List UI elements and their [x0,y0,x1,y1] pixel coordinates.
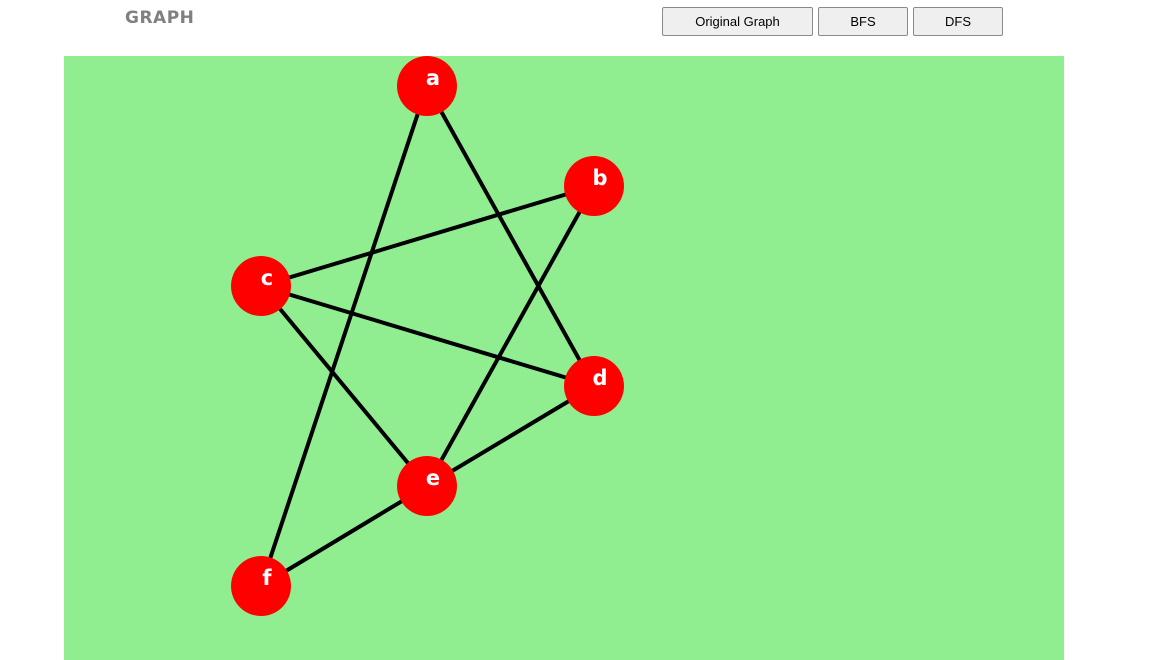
node-label: d [592,366,607,390]
graph-svg: a b c d e f [231,56,624,616]
edge-a-d [425,85,596,387]
node-label: f [262,566,272,590]
edge-c-d [260,284,595,388]
node-circle[interactable] [231,556,291,616]
node-label: c [261,266,273,290]
node-d[interactable]: d [564,356,624,416]
node-label: b [592,166,607,190]
app-window: GRAPH Original Graph BFS DFS a b c d e f [0,0,1162,660]
node-a[interactable]: a [397,56,457,116]
dfs-button[interactable]: DFS [913,7,1003,36]
page-title: GRAPH [125,8,195,28]
node-label: a [426,66,440,90]
node-label: e [426,466,440,490]
node-f[interactable]: f [231,556,291,616]
edge-b-e [425,185,596,487]
node-b[interactable]: b [564,156,624,216]
edge-b-c [260,184,595,288]
node-e[interactable]: e [397,456,457,516]
toolbar: Original Graph BFS DFS [662,7,1003,36]
bfs-button[interactable]: BFS [818,7,908,36]
original-graph-button[interactable]: Original Graph [662,7,813,36]
edge-c-e [259,284,429,488]
graph-canvas[interactable]: a b c d e f [64,56,1064,660]
edge-a-f [259,85,429,587]
node-c[interactable]: c [231,256,291,316]
